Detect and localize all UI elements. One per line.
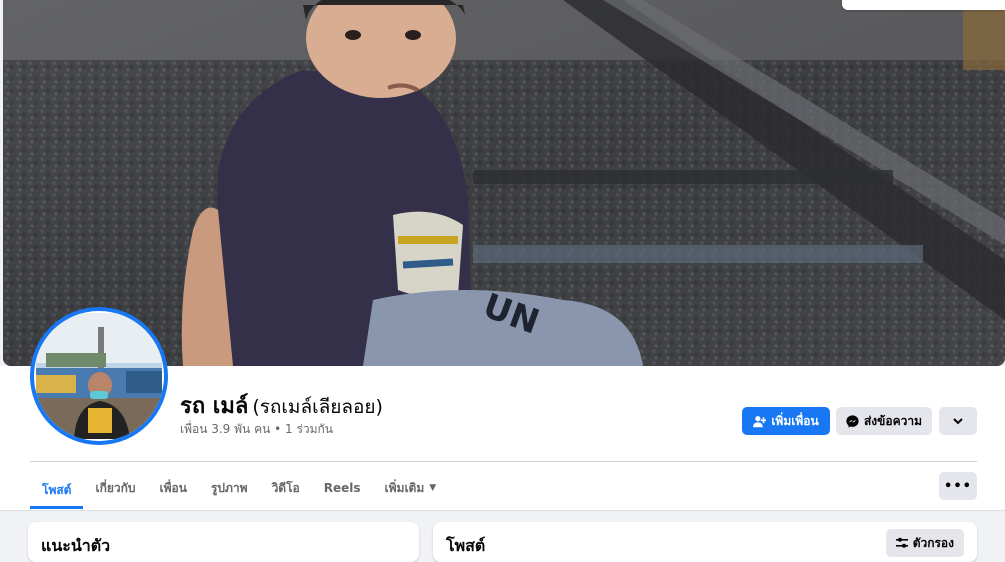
caret-down-icon: ▼ <box>429 483 437 493</box>
tab-label: เพิ่มเติม <box>384 480 425 495</box>
intro-card: แนะนำตัว <box>28 522 419 562</box>
profile-tabs: โพสต์ เกี่ยวกับ เพื่อน รูปภาพ วิดีโอ Ree… <box>30 471 448 509</box>
tab-more[interactable]: เพิ่มเติม ▼ <box>373 471 449 505</box>
top-right-card <box>842 0 1005 10</box>
posts-card-title: โพสต์ <box>446 536 486 555</box>
message-label: ส่งข้อความ <box>863 413 922 428</box>
posts-card: โพสต์ ตัวกรอง <box>433 522 977 562</box>
add-friend-button[interactable]: เพิ่มเพื่อน <box>742 407 830 435</box>
tab-label: เพื่อน <box>159 480 187 495</box>
header-divider <box>30 461 977 462</box>
profile-avatar[interactable] <box>30 307 168 445</box>
profile-name-block: รถ เมล์ (รถเมล์เลียลอย) <box>180 388 383 423</box>
messenger-icon <box>846 414 859 428</box>
profile-alt-name: (รถเมล์เลียลอย) <box>252 396 383 418</box>
tab-reels[interactable]: Reels <box>312 471 373 505</box>
tab-label: Reels <box>323 481 361 495</box>
more-dots-icon: ••• <box>944 478 972 494</box>
tab-videos[interactable]: วิดีโอ <box>260 471 312 505</box>
filter-button[interactable]: ตัวกรอง <box>885 529 964 557</box>
tab-friends[interactable]: เพื่อน <box>148 471 199 505</box>
cover-photo-image: UN <box>3 0 1005 366</box>
message-button[interactable]: ส่งข้อความ <box>836 407 932 435</box>
add-friend-icon <box>753 415 767 428</box>
tab-label: วิดีโอ <box>271 480 300 495</box>
tab-label: เกี่ยวกับ <box>95 480 136 495</box>
friend-stats[interactable]: เพื่อน 3.9 พัน คน • 1 ร่วมกัน <box>180 420 333 439</box>
tab-about[interactable]: เกี่ยวกับ <box>83 471 147 505</box>
tab-label: รูปภาพ <box>210 480 248 495</box>
profile-options-button[interactable] <box>939 407 977 435</box>
intro-card-title: แนะนำตัว <box>41 536 111 555</box>
more-options-button[interactable]: ••• <box>939 472 977 500</box>
filter-icon <box>895 537 908 549</box>
filter-label: ตัวกรอง <box>912 535 954 550</box>
chevron-down-icon <box>953 414 963 428</box>
tab-photos[interactable]: รูปภาพ <box>199 471 260 505</box>
avatar-image <box>34 311 164 441</box>
tab-posts[interactable]: โพสต์ <box>30 471 84 509</box>
add-friend-label: เพิ่มเพื่อน <box>771 413 819 428</box>
cover-photo[interactable]: UN <box>3 0 1005 366</box>
tab-label: โพสต์ <box>42 482 72 497</box>
profile-name: รถ เมล์ <box>180 394 249 419</box>
